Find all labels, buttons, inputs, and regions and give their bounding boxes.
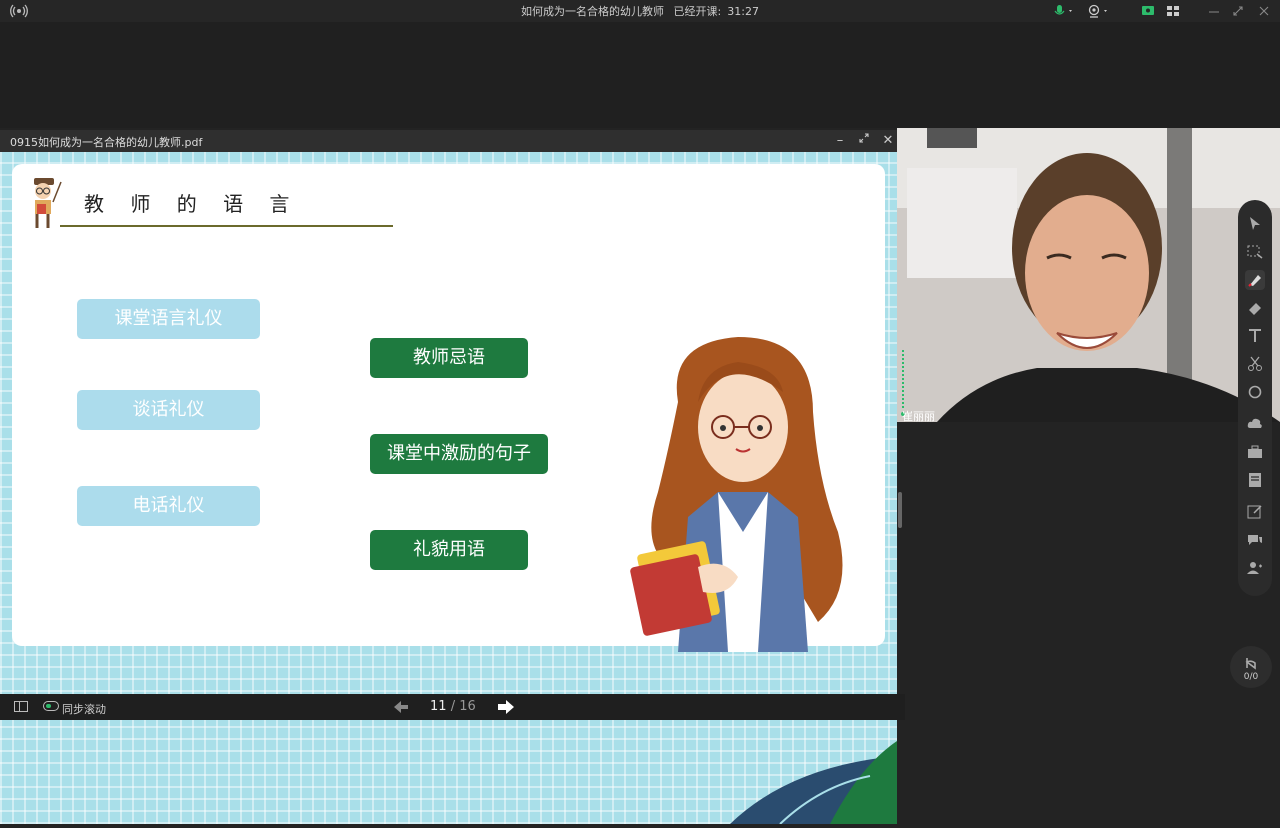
users-icon[interactable] [1245,558,1265,578]
page-indicator: 11 / 16 [430,699,476,714]
right-item-polite-words: 礼貌用语 [370,530,528,570]
next-page-button[interactable] [496,698,516,716]
left-item-telephone: 电话礼仪 [77,486,260,526]
scrollbar-handle[interactable] [898,492,902,528]
close-icon[interactable]: ✕ [879,132,897,150]
right-item-taboo-words: 教师忌语 [370,338,528,378]
notes-icon[interactable] [1245,470,1265,490]
participant-name: 崔丽丽 [902,410,935,423]
sidebar-toggle-icon[interactable] [14,701,28,712]
current-page: 11 [430,699,447,714]
left-item-classroom-language: 课堂语言礼仪 [77,299,260,339]
slide-card: 教 师 的 语 言 课堂语言礼仪 谈话礼仪 电话礼仪 教师忌语 课堂中激励的句子… [12,164,885,652]
cloud-icon[interactable] [1245,414,1265,434]
scissors-icon[interactable] [1245,354,1265,374]
eraser-icon[interactable] [1245,298,1265,318]
participant-video[interactable] [897,128,1280,422]
class-time-label: 已经开课: [673,5,722,18]
grid-icon[interactable] [1166,3,1180,19]
annotation-toolbar [1238,200,1272,596]
hand-count: 0/0 [1243,672,1259,682]
chat-icon[interactable] [1245,530,1265,550]
screen-share-icon[interactable] [1141,3,1155,19]
hand-icon [1243,652,1259,670]
restore-icon[interactable] [1232,3,1244,19]
edit-icon[interactable] [1245,502,1265,522]
top-bar: 如何成为一名合格的幼儿教师 已经开课: 31:27 [0,0,1280,22]
class-name: 如何成为一名合格的幼儿教师 [521,5,665,18]
title-underline [60,225,393,227]
leaf-decoration [720,646,897,825]
cursor-icon[interactable] [1245,214,1265,234]
pdf-footer: 同步滚动 11 / 16 [0,694,905,720]
camera-icon[interactable] [1087,3,1113,19]
page-separator: / [450,699,456,714]
empty-video-area [0,22,1280,128]
class-timer: 31:27 [727,5,759,18]
pdf-filename: 0915如何成为一名合格的幼儿教师.pdf [10,136,203,149]
sync-scroll-label: 同步滚动 [62,703,106,716]
slide-title: 教 师 的 语 言 [84,192,300,216]
sync-scroll-toggle[interactable] [43,701,59,711]
teacher-mascot-icon [28,178,64,234]
toolbox-icon[interactable] [1245,442,1265,462]
mic-icon[interactable] [1053,3,1075,19]
select-icon[interactable] [1245,242,1265,262]
left-item-conversation: 谈话礼仪 [77,390,260,430]
text-icon[interactable] [1245,326,1265,346]
minimize-icon[interactable]: – [831,132,849,150]
pdf-viewer: 0915如何成为一名合格的幼儿教师.pdf – ✕ 教 师 的 语 言 课堂语言… [0,130,897,825]
prev-page-button[interactable] [392,699,410,715]
shape-icon[interactable] [1245,382,1265,402]
teacher-illustration [608,332,858,652]
pdf-header: 0915如何成为一名合格的幼儿教师.pdf – ✕ [0,130,897,152]
slide: 教 师 的 语 言 课堂语言礼仪 谈话礼仪 电话礼仪 教师忌语 课堂中激励的句子… [0,152,897,825]
raise-hand-button[interactable]: 0/0 [1230,646,1272,688]
close-icon[interactable] [1258,3,1270,19]
fullscreen-icon[interactable] [855,132,873,150]
total-pages: 16 [459,699,476,714]
minimize-icon[interactable] [1208,3,1220,19]
pen-icon[interactable] [1245,270,1265,290]
right-item-encouraging-sentences: 课堂中激励的句子 [370,434,548,474]
